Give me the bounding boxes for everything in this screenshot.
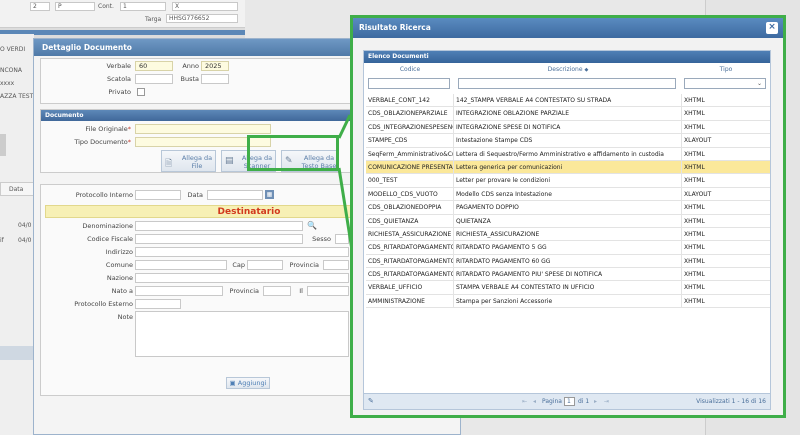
page-number-input[interactable]: 1 bbox=[564, 397, 575, 406]
table-row[interactable]: CDS_RITARDATOPAGAMENTO RITARDATO PAGAMENT… bbox=[366, 254, 770, 269]
cell-codice: COMUNICAZIONE PRESENTAZ bbox=[366, 160, 454, 174]
cell-tipo: XHTML bbox=[684, 163, 705, 171]
cell-codice: CDS_QUIETANZA bbox=[366, 214, 454, 228]
cell-codice: AMMINISTRAZIONE bbox=[366, 294, 454, 308]
cell-tipo: XLAYOUT bbox=[684, 190, 712, 198]
cell-descrizione: Lettera di Sequestro/Fermo Amministrativ… bbox=[454, 147, 682, 161]
table-row[interactable]: CDS_RITARDATOPAGAMENTO RITARDATO PAGAMENT… bbox=[366, 268, 770, 282]
cell-codice: CDS_RITARDATOPAGAMENTO bbox=[366, 268, 454, 282]
risultato-ricerca-dialog: Risultato Ricerca × Elenco Documenti Cod… bbox=[350, 15, 786, 418]
records-status: Visualizzati 1 - 16 di 16 bbox=[696, 398, 766, 405]
cell-descrizione: QUIETANZA bbox=[454, 214, 682, 228]
cell-codice: CDS_OBLAZIONEPARZIALE bbox=[366, 107, 454, 121]
close-icon[interactable]: × bbox=[766, 22, 778, 34]
table-row[interactable]: CDS_RITARDATOPAGAMENTO RITARDATO PAGAMENT… bbox=[366, 241, 770, 255]
pagina-label: Pagina bbox=[542, 398, 562, 405]
column-header-descrizione[interactable]: Descrizione ◆ bbox=[454, 65, 682, 75]
highlight-allega-testo-base bbox=[247, 135, 339, 171]
filter-descrizione-input[interactable] bbox=[458, 78, 676, 89]
descrizione-header-label: Descrizione bbox=[547, 66, 583, 73]
elenco-documenti-grid: Elenco Documenti Codice Descrizione ◆ Ti… bbox=[363, 50, 771, 410]
cell-descrizione: STAMPA VERBALE A4 CONTESTATO IN UFFICIO bbox=[454, 281, 682, 295]
table-row[interactable]: SeqFerm_Amministrativo&Cu Lettera di Sequ… bbox=[366, 147, 770, 161]
cell-tipo: XLAYOUT bbox=[684, 137, 712, 145]
cell-tipo: XHTML bbox=[684, 271, 705, 279]
cell-descrizione: RITARDATO PAGAMENTO 60 GG bbox=[454, 254, 682, 268]
table-row[interactable]: CDS_INTEGRAZIONESPESENO INTEGRAZIONE SPES… bbox=[366, 120, 770, 135]
cell-descrizione: INTEGRAZIONE OBLAZIONE PARZIALE bbox=[454, 107, 682, 121]
cell-codice: CDS_INTEGRAZIONESPESENO bbox=[366, 120, 454, 134]
grid-footer: ✎ ⇤ ◂ Pagina 1 di 1 ▸ ⇥ Visualizzati 1 -… bbox=[364, 393, 770, 409]
table-row[interactable]: RICHIESTA_ASSICURAZIONE RICHIESTA_ASSICUR… bbox=[366, 227, 770, 242]
table-row[interactable]: CDS_OBLAZIONEDOPPIA PAGAMENTO DOPPIO XHTML bbox=[366, 201, 770, 215]
cell-tipo: XHTML bbox=[684, 110, 705, 118]
connector-line-top bbox=[337, 114, 352, 139]
table-row[interactable]: VERBALE_UFFICIO STAMPA VERBALE A4 CONTEST… bbox=[366, 281, 770, 295]
cell-codice: RICHIESTA_ASSICURAZIONE bbox=[366, 227, 454, 241]
cell-codice: CDS_RITARDATOPAGAMENTO bbox=[366, 254, 454, 268]
cell-descrizione: Lettera generica per comunicazioni bbox=[454, 160, 682, 174]
table-row[interactable]: COMUNICAZIONE PRESENTAZ Lettera generica … bbox=[366, 160, 770, 175]
filter-tipo-select[interactable]: ⌄ bbox=[684, 78, 766, 89]
sort-icon: ◆ bbox=[584, 67, 589, 73]
column-header-tipo[interactable]: Tipo bbox=[682, 65, 770, 75]
cell-descrizione: Intestazione Stampe CDS bbox=[454, 134, 682, 148]
cell-tipo: XHTML bbox=[684, 257, 705, 265]
cell-tipo: XHTML bbox=[684, 177, 705, 185]
table-row[interactable]: CDS_OBLAZIONEPARZIALE INTEGRAZIONE OBLAZI… bbox=[366, 107, 770, 121]
table-row[interactable]: CDS_QUIETANZA QUIETANZA XHTML bbox=[366, 214, 770, 228]
cell-descrizione: RICHIESTA_ASSICURAZIONE bbox=[454, 227, 682, 241]
cell-codice: VERBALE_UFFICIO bbox=[366, 281, 454, 295]
table-row[interactable]: VERBALE_CONT_142 142_STAMPA VERBALE A4 CO… bbox=[366, 94, 770, 108]
cell-codice: CDS_RITARDATOPAGAMENTO bbox=[366, 241, 454, 255]
cell-codice: SeqFerm_Amministrativo&Cu bbox=[366, 147, 454, 161]
cell-tipo: XHTML bbox=[684, 97, 705, 104]
first-page-icon[interactable]: ⇤ bbox=[522, 398, 527, 405]
grid-title: Elenco Documenti bbox=[364, 51, 770, 63]
cell-tipo: XHTML bbox=[684, 123, 705, 131]
cell-codice: MODELLO_CDS_VUOTO bbox=[366, 187, 454, 201]
cell-descrizione: 142_STAMPA VERBALE A4 CONTESTATO SU STRA… bbox=[454, 94, 682, 107]
cell-codice: STAMPE_CDS bbox=[366, 134, 454, 148]
next-page-icon[interactable]: ▸ bbox=[594, 398, 597, 405]
table-row[interactable]: 000_TEST Letter per provare le condizioni… bbox=[366, 174, 770, 188]
page-of-label: di 1 bbox=[578, 398, 590, 405]
cell-tipo: XHTML bbox=[684, 244, 705, 252]
prev-page-icon[interactable]: ◂ bbox=[533, 398, 536, 405]
column-header-codice[interactable]: Codice bbox=[366, 65, 454, 75]
cell-tipo: XHTML bbox=[684, 230, 705, 238]
risultato-title: Risultato Ricerca bbox=[353, 18, 783, 38]
cell-descrizione: INTEGRAZIONE SPESE DI NOTIFICA bbox=[454, 120, 682, 134]
cell-tipo: XHTML bbox=[684, 284, 705, 292]
cell-tipo: XHTML bbox=[684, 150, 705, 158]
cell-descrizione: Stampa per Sanzioni Accessorie bbox=[454, 294, 682, 308]
cell-descrizione: Modello CDS senza Intestazione bbox=[454, 187, 682, 201]
table-row[interactable]: MODELLO_CDS_VUOTO Modello CDS senza Intes… bbox=[366, 187, 770, 202]
last-page-icon[interactable]: ⇥ bbox=[604, 398, 609, 405]
cell-codice: 000_TEST bbox=[366, 174, 454, 188]
table-row[interactable]: STAMPE_CDS Intestazione Stampe CDS XLAYOUT bbox=[366, 134, 770, 148]
grid-rows: VERBALE_CONT_142 142_STAMPA VERBALE A4 CO… bbox=[366, 94, 770, 309]
cell-tipo: XHTML bbox=[684, 217, 705, 225]
cell-tipo: XHTML bbox=[684, 204, 705, 212]
cell-codice: VERBALE_CONT_142 bbox=[366, 94, 454, 107]
table-row[interactable]: AMMINISTRAZIONE Stampa per Sanzioni Acces… bbox=[366, 294, 770, 309]
filter-codice-input[interactable] bbox=[368, 78, 450, 89]
cell-descrizione: RITARDATO PAGAMENTO PIU' SPESE DI NOTIFI… bbox=[454, 268, 682, 282]
cell-descrizione: RITARDATO PAGAMENTO 5 GG bbox=[454, 241, 682, 255]
cell-descrizione: PAGAMENTO DOPPIO bbox=[454, 201, 682, 215]
chevron-down-icon: ⌄ bbox=[756, 80, 762, 87]
cell-codice: CDS_OBLAZIONEDOPPIA bbox=[366, 201, 454, 215]
cell-descrizione: Letter per provare le condizioni bbox=[454, 174, 682, 188]
cell-tipo: XHTML bbox=[684, 297, 705, 305]
edit-icon[interactable]: ✎ bbox=[368, 397, 374, 405]
